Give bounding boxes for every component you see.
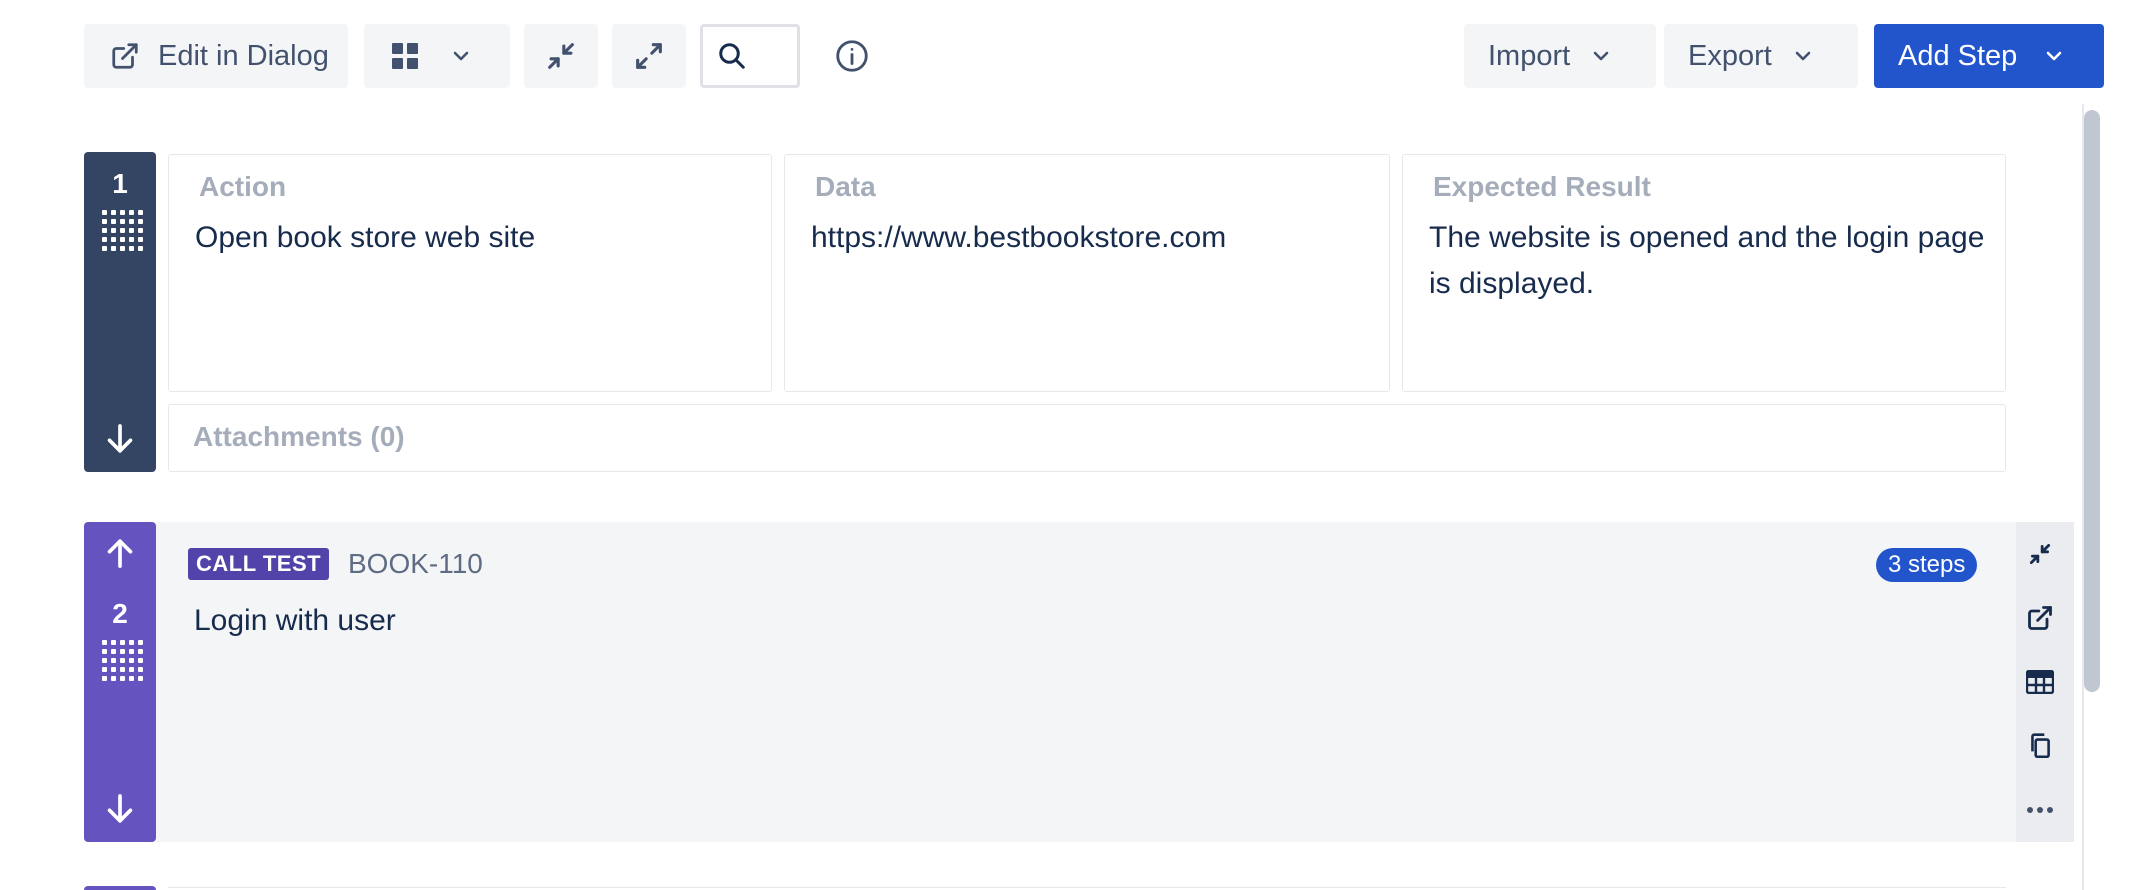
- chevron-down-icon: [1592, 50, 1610, 62]
- scrollbar-thumb[interactable]: [2084, 110, 2100, 692]
- more-options-icon[interactable]: [2024, 794, 2056, 826]
- step-number: 2: [112, 598, 128, 629]
- expand-icon: [632, 39, 666, 73]
- step-1-expected-text: The website is opened and the login page…: [1429, 221, 1985, 300]
- call-test-badge: CALL TEST: [188, 548, 330, 580]
- chevron-down-icon: [452, 50, 470, 62]
- collapse-all-button[interactable]: [524, 24, 598, 88]
- step-1-action-text: Open book store web site: [195, 221, 536, 254]
- step-1-bar: 1: [84, 152, 156, 472]
- search-button[interactable]: [700, 24, 800, 88]
- step-1-expected-result-cell[interactable]: Expected Result The website is opened an…: [1402, 154, 2006, 392]
- table-icon[interactable]: [2024, 666, 2056, 698]
- search-icon: [717, 41, 747, 71]
- import-dropdown-button[interactable]: Import: [1464, 24, 1656, 88]
- drag-handle-icon[interactable]: [102, 210, 143, 251]
- drag-handle-icon[interactable]: [102, 640, 143, 681]
- chevron-down-icon: [2045, 50, 2063, 62]
- expand-all-button[interactable]: [612, 24, 686, 88]
- step-2-summary: Login with user: [194, 604, 396, 637]
- grid-view-icon: [392, 43, 418, 69]
- edit-in-dialog-label: Edit in Dialog: [158, 39, 329, 72]
- called-test-issue-key[interactable]: BOOK-110: [348, 546, 483, 582]
- collapse-icon: [544, 39, 578, 73]
- step-number: 1: [112, 168, 128, 199]
- collapse-step-icon[interactable]: [2024, 538, 2056, 570]
- data-header: Data: [815, 171, 876, 202]
- open-in-new-icon[interactable]: [2024, 602, 2056, 634]
- info-icon[interactable]: [834, 38, 870, 74]
- step-1-action-cell[interactable]: Action Open book store web site: [168, 154, 772, 392]
- step-2-bar: 2: [84, 522, 156, 842]
- step-1-attachments[interactable]: Attachments (0): [168, 404, 2006, 472]
- move-down-icon[interactable]: [104, 422, 136, 461]
- step-1-data-cell[interactable]: Data https://www.bestbookstore.com: [784, 154, 1390, 392]
- view-mode-dropdown[interactable]: [364, 24, 510, 88]
- move-down-icon[interactable]: [104, 792, 136, 831]
- step-3-bar-partial: [84, 886, 156, 890]
- attachments-label: Attachments (0): [193, 421, 405, 452]
- chevron-down-icon: [1794, 50, 1812, 62]
- steps-count-badge: 3 steps: [1876, 548, 1978, 582]
- move-up-icon[interactable]: [104, 536, 136, 575]
- edit-in-dialog-button[interactable]: Edit in Dialog: [84, 24, 348, 88]
- step-1-data-text: https://www.bestbookstore.com: [811, 221, 1227, 254]
- add-step-button[interactable]: Add Step: [1874, 24, 2104, 88]
- expected-result-header: Expected Result: [1433, 171, 1651, 202]
- copy-icon[interactable]: [2024, 730, 2056, 762]
- export-label: Export: [1688, 39, 1772, 72]
- export-dropdown-button[interactable]: Export: [1664, 24, 1858, 88]
- action-header: Action: [199, 171, 287, 202]
- add-step-label: Add Step: [1898, 39, 2018, 72]
- import-label: Import: [1488, 39, 1571, 72]
- external-link-icon: [110, 41, 140, 71]
